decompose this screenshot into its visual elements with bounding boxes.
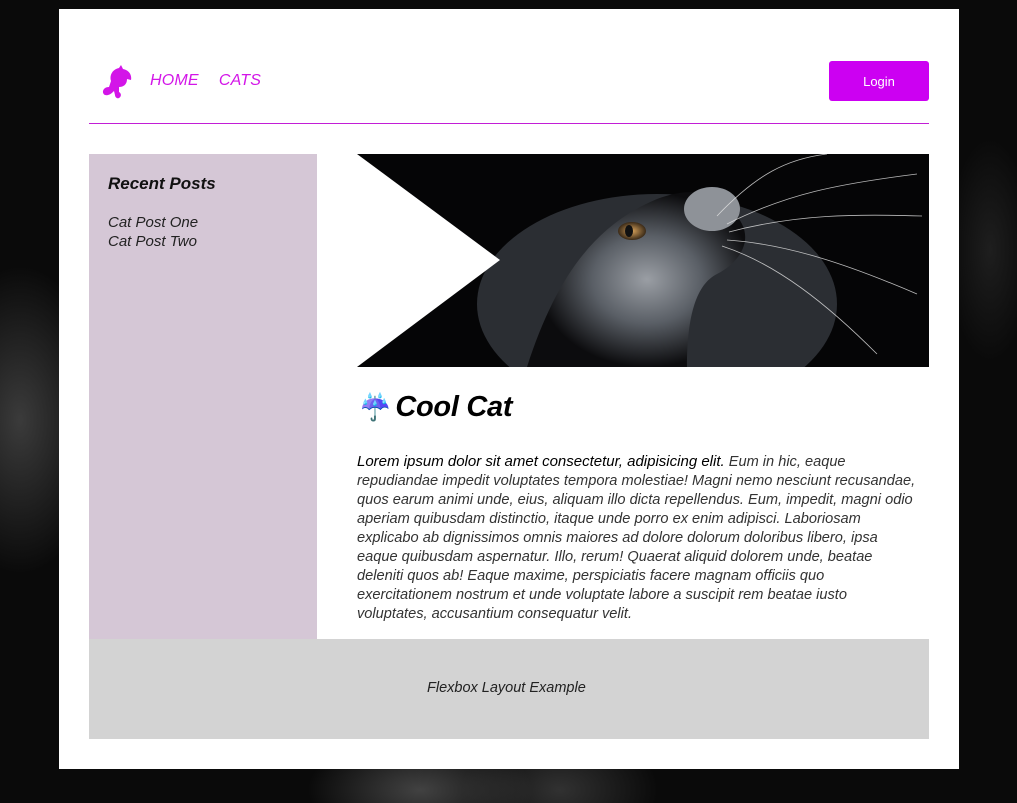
- footer-text: Flexbox Layout Example: [427, 680, 586, 696]
- login-button[interactable]: Login: [829, 61, 929, 101]
- site-footer: Flexbox Layout Example: [89, 639, 929, 739]
- article-heading: ☔ Cool Cat: [359, 391, 513, 424]
- article-title: Cool Cat: [395, 391, 513, 423]
- article-body: Lorem ipsum dolor sit amet consectetur, …: [357, 452, 917, 624]
- umbrella-rain-icon: ☔: [359, 392, 392, 422]
- list-item: Cat Post One: [108, 213, 198, 232]
- site-header: HOME CATS Login: [89, 61, 929, 124]
- cat-head-logo-icon[interactable]: [97, 65, 133, 101]
- page-container: HOME CATS Login Recent Posts Cat Post On…: [59, 9, 959, 769]
- sidebar: Recent Posts Cat Post One Cat Post Two: [89, 154, 317, 639]
- article-lead: Lorem ipsum dolor sit amet consectetur, …: [357, 453, 725, 470]
- recent-posts-list: Cat Post One Cat Post Two: [108, 213, 198, 251]
- post-link-one[interactable]: Cat Post One: [108, 214, 198, 231]
- main-nav: HOME CATS: [150, 72, 261, 90]
- hero-cat-image: [357, 154, 929, 367]
- nav-link-home[interactable]: HOME: [150, 72, 199, 90]
- nav-link-cats[interactable]: CATS: [219, 72, 261, 90]
- sidebar-title: Recent Posts: [108, 174, 216, 193]
- list-item: Cat Post Two: [108, 232, 198, 251]
- article-text: Eum in hic, eaque repudiandae impedit vo…: [357, 454, 916, 622]
- post-link-two[interactable]: Cat Post Two: [108, 233, 197, 250]
